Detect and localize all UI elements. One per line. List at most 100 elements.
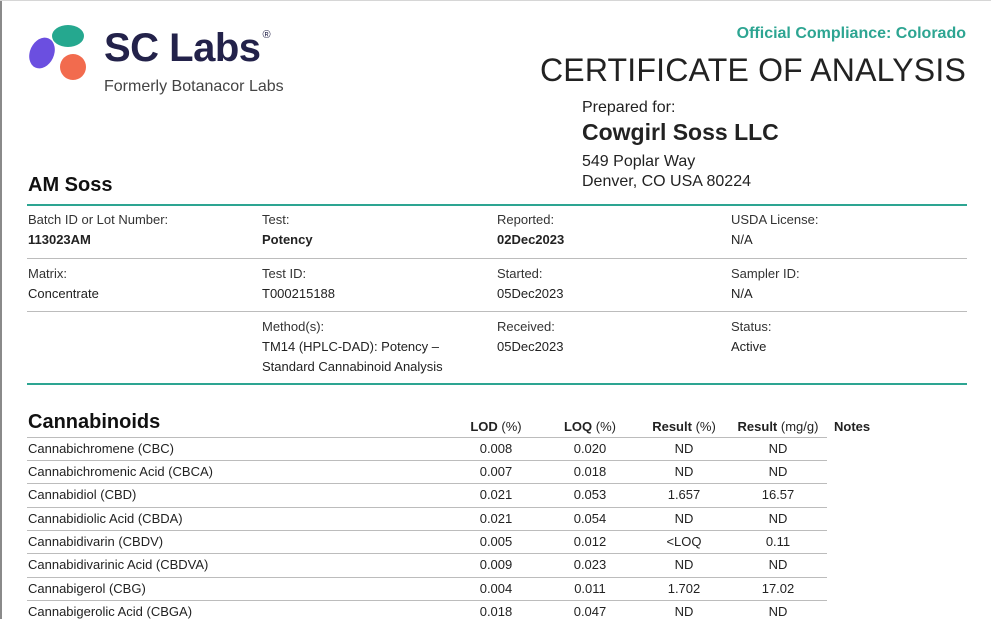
result-mg-value: 16.57 [761,487,795,502]
sampler-id-label: Sampler ID: [731,266,800,281]
lod-value: 0.021 [479,511,513,526]
cannabinoid-name: Cannabidiolic Acid (CBDA) [28,511,183,526]
table-row: Cannabichromenic Acid (CBCA) 0.007 0.018… [0,460,991,483]
status-value: Active [731,339,767,354]
loq-header-text: LOQ [563,419,593,434]
loq-value: 0.047 [573,604,607,619]
lod-header-text: LOD [470,419,498,434]
loq-value: 0.020 [573,441,607,456]
cannabinoid-name: Cannabigerol (CBG) [28,581,146,596]
column-header-notes: Notes [834,419,871,434]
usda-license-label: USDA License: [731,212,819,227]
result-percent-value: 1.702 [667,581,701,596]
compliance-label: Official Compliance: Colorado [736,25,966,42]
column-header-result-percent: Result (%) [646,419,722,434]
result-mg-value: 17.02 [761,581,795,596]
loq-value: 0.054 [573,511,607,526]
result-mg-value: ND [768,441,788,456]
sc-labs-logo-icon [29,25,86,80]
lod-value: 0.004 [479,581,513,596]
row-divider [27,530,827,531]
result-percent-header-unit: (%) [695,419,716,434]
test-id-value: T000215188 [262,286,336,301]
client-address-line2: Denver, CO USA 80224 [582,173,751,190]
result-mg-header-text: Result [737,419,778,434]
row-divider [27,437,827,438]
logo-wordmark: SC Labs ® [104,26,271,70]
cannabinoid-name: Cannabidivarin (CBDV) [28,534,164,549]
methods-value-line2: Standard Cannabinoid Analysis [262,359,443,374]
table-row: Cannabidiol (CBD) 0.021 0.053 1.657 16.5… [0,483,991,506]
info-bottom-rule [27,383,967,385]
lod-header-unit: (%) [501,419,522,434]
cannabinoids-title: Cannabinoids [28,411,161,433]
test-id-label: Test ID: [262,266,307,281]
test-value: Potency [262,232,313,247]
cannabinoid-name: Cannabichromenic Acid (CBCA) [28,464,213,479]
usda-license-value: N/A [731,232,753,247]
result-percent-value: ND [674,464,694,479]
started-label: Started: [497,266,543,281]
result-percent-value: ND [674,441,694,456]
result-percent-value: ND [674,557,694,572]
table-row: Cannabidivarinic Acid (CBDVA) 0.009 0.02… [0,553,991,576]
result-percent-value: ND [674,604,694,619]
sampler-id-value: N/A [731,286,753,301]
loq-header-unit: (%) [595,419,616,434]
info-row-divider-1 [27,258,967,259]
lod-value: 0.008 [479,441,513,456]
result-mg-value: 0.11 [765,534,791,549]
reported-label: Reported: [497,212,555,227]
loq-value: 0.012 [573,534,607,549]
logo-subtitle: Formerly Botanacor Labs [104,78,284,95]
matrix-value: Concentrate [28,286,99,301]
prepared-for-label: Prepared for: [582,99,676,116]
lod-value: 0.009 [479,557,513,572]
batch-value: 113023AM [28,232,91,247]
row-divider [27,600,827,601]
result-mg-value: ND [768,557,788,572]
cannabinoid-name: Cannabidiol (CBD) [28,487,137,502]
started-value: 05Dec2023 [497,286,564,301]
cannabinoid-name: Cannabichromene (CBC) [28,441,174,456]
column-header-lod: LOD (%) [466,419,526,434]
loq-value: 0.018 [573,464,607,479]
result-percent-header-text: Result [652,419,692,434]
result-percent-value: ND [674,511,694,526]
result-mg-value: ND [768,464,788,479]
column-header-loq: LOQ (%) [560,419,620,434]
client-name: Cowgirl Soss LLC [582,119,779,145]
methods-value-line1: TM14 (HPLC-DAD): Potency – [262,339,439,354]
batch-label: Batch ID or Lot Number: [28,212,169,227]
table-row: Cannabidiolic Acid (CBDA) 0.021 0.054 ND… [0,507,991,530]
info-row-divider-2 [27,311,967,312]
row-divider [27,507,827,508]
lod-value: 0.021 [479,487,513,502]
lod-value: 0.007 [479,464,513,479]
row-divider [27,460,827,461]
result-mg-value: ND [768,604,788,619]
lod-value: 0.018 [479,604,513,619]
logo-registered-mark: ® [262,29,271,41]
row-divider [27,483,827,484]
table-row: Cannabigerol (CBG) 0.004 0.011 1.702 17.… [0,577,991,600]
page-top-edge [0,0,991,1]
matrix-label: Matrix: [28,266,67,281]
received-label: Received: [497,319,555,334]
info-top-rule [27,204,967,206]
test-label: Test: [262,212,290,227]
logo-name: SC Labs [104,26,261,70]
cannabinoid-name: Cannabidivarinic Acid (CBDVA) [28,557,209,572]
column-header-result-mg: Result (mg/g) [730,419,826,434]
certificate-title: CERTIFICATE OF ANALYSIS [539,52,966,88]
result-mg-header-unit: (mg/g) [780,419,819,434]
client-address-line1: 549 Poplar Way [582,153,696,170]
table-row: Cannabidivarin (CBDV) 0.005 0.012 <LOQ 0… [0,530,991,553]
sample-name: AM Soss [28,174,113,196]
cannabinoid-name: Cannabigerolic Acid (CBGA) [28,604,193,619]
received-value: 05Dec2023 [497,339,564,354]
methods-label: Method(s): [262,319,325,334]
table-row: Cannabichromene (CBC) 0.008 0.020 ND ND [0,437,991,460]
status-label: Status: [731,319,772,334]
lod-value: 0.005 [479,534,513,549]
